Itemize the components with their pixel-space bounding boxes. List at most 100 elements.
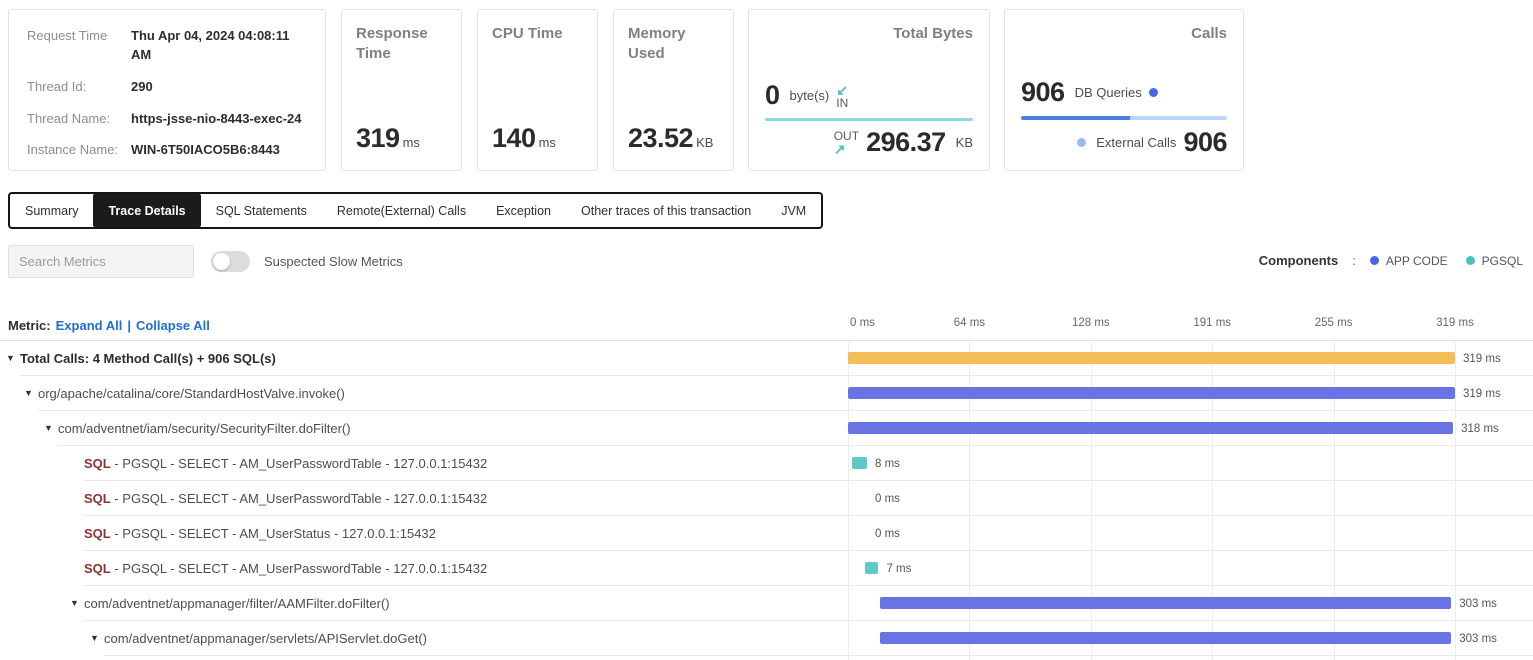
search-box bbox=[8, 245, 194, 278]
trace-row[interactable]: SQL - PGSQL - SELECT - AM_UserStatus - 1… bbox=[0, 516, 1533, 551]
timeline-axis: 0 ms 64 ms 128 ms 191 ms 255 ms 319 ms bbox=[0, 317, 1533, 333]
tab-sql-statements[interactable]: SQL Statements bbox=[201, 194, 322, 227]
info-field-value: 290 bbox=[131, 78, 153, 97]
trace-details-page: Request Time Thu Apr 04, 2024 04:08:11 A… bbox=[0, 0, 1533, 660]
duration-bar bbox=[852, 457, 867, 469]
duration-bar bbox=[848, 422, 1453, 434]
legend-dot-icon bbox=[1370, 256, 1379, 265]
legend-item: APP CODE bbox=[1370, 254, 1448, 268]
tab-bar: SummaryTrace DetailsSQL StatementsRemote… bbox=[8, 192, 823, 229]
external-calls-value: 906 bbox=[1183, 127, 1227, 158]
tab-remote-external-calls[interactable]: Remote(External) Calls bbox=[322, 194, 481, 227]
total-bytes-title: Total Bytes bbox=[765, 24, 973, 44]
trace-row-label: org/apache/catalina/core/StandardHostVal… bbox=[38, 386, 345, 401]
duration-bar bbox=[880, 597, 1451, 609]
trace-row[interactable]: ▼ com/adventnet/appmanager/servlets/APIS… bbox=[0, 621, 1533, 656]
components-label: Components bbox=[1259, 253, 1338, 268]
duration-value-label: 0 ms bbox=[875, 528, 900, 540]
stat-card-unit: KB bbox=[696, 135, 713, 150]
collapse-arrow-icon[interactable]: ▼ bbox=[44, 423, 53, 433]
duration-value-label: 0 ms bbox=[875, 493, 900, 505]
bytes-out-unit: KB bbox=[956, 135, 973, 150]
trace-row[interactable]: ▼ Total Calls: 4 Method Call(s) + 906 SQ… bbox=[0, 341, 1533, 376]
tab-jvm[interactable]: JVM bbox=[766, 194, 821, 227]
trace-row[interactable]: ▼ org/apache/catalina/core/StandardHostV… bbox=[0, 376, 1533, 411]
duration-value-label: 319 ms bbox=[1463, 388, 1501, 400]
axis-tick-label: 191 ms bbox=[1193, 317, 1231, 329]
info-field: Thread Name: https-jsse-nio-8443-exec-24 bbox=[27, 110, 307, 129]
collapse-arrow-icon[interactable]: ▼ bbox=[6, 353, 15, 363]
stat-card-unit: ms bbox=[403, 135, 420, 150]
trace-row-label: SQL - PGSQL - SELECT - AM_UserStatus - 1… bbox=[84, 526, 436, 541]
bytes-out-label: OUT bbox=[834, 130, 859, 142]
trace-row[interactable]: SQL - PGSQL - SELECT - AM_UserPasswordTa… bbox=[0, 551, 1533, 586]
stat-card-value: 23.52 bbox=[628, 123, 693, 153]
sql-prefix: SQL bbox=[84, 491, 111, 506]
trace-row-label: com/adventnet/iam/security/SecurityFilte… bbox=[58, 421, 351, 436]
trace-row[interactable]: ▼ com/adventnet/appmanager/filter/AAMFil… bbox=[0, 586, 1533, 621]
axis-tick-label: 64 ms bbox=[954, 317, 985, 329]
collapse-arrow-icon[interactable]: ▼ bbox=[90, 633, 99, 643]
suspected-slow-metrics-toggle[interactable] bbox=[211, 251, 250, 272]
axis-tick-label: 0 ms bbox=[850, 317, 875, 329]
arrow-out-icon: ↗ bbox=[834, 142, 846, 156]
collapse-arrow-icon[interactable]: ▼ bbox=[70, 598, 79, 608]
duration-value-label: 303 ms bbox=[1459, 598, 1497, 610]
info-field: Request Time Thu Apr 04, 2024 04:08:11 A… bbox=[27, 27, 307, 65]
duration-bar bbox=[865, 562, 878, 574]
total-bytes-card: Total Bytes 0 byte(s) ↙ IN OUT ↗ 296.37 … bbox=[748, 9, 990, 171]
sql-prefix: SQL bbox=[84, 526, 111, 541]
tab-exception[interactable]: Exception bbox=[481, 194, 566, 227]
bytes-out-value: 296.37 bbox=[866, 127, 946, 158]
collapse-arrow-icon[interactable]: ▼ bbox=[24, 388, 33, 398]
duration-bar bbox=[848, 387, 1455, 399]
bytes-in-label: IN bbox=[836, 97, 848, 109]
info-field-label: Thread Name: bbox=[27, 110, 131, 129]
bytes-divider bbox=[765, 118, 973, 121]
tab-trace-details[interactable]: Trace Details bbox=[93, 194, 200, 227]
info-field: Thread Id: 290 bbox=[27, 78, 307, 97]
axis-tick-label: 255 ms bbox=[1315, 317, 1353, 329]
search-input[interactable] bbox=[9, 246, 194, 277]
info-field-value: https-jsse-nio-8443-exec-24 bbox=[131, 110, 302, 129]
duration-bar bbox=[880, 632, 1451, 644]
stat-card-title: Response Time bbox=[356, 24, 447, 63]
row-separator bbox=[104, 655, 1533, 656]
legend-label: PGSQL bbox=[1482, 254, 1523, 268]
calls-divider bbox=[1021, 116, 1227, 120]
info-field-label: Request Time bbox=[27, 27, 131, 65]
suspected-slow-metrics-label: Suspected Slow Metrics bbox=[264, 254, 403, 269]
tab-other-traces-of-this-transaction[interactable]: Other traces of this transaction bbox=[566, 194, 766, 227]
duration-value-label: 318 ms bbox=[1461, 423, 1499, 435]
sql-prefix: SQL bbox=[84, 456, 111, 471]
axis-tick-label: 128 ms bbox=[1072, 317, 1110, 329]
info-field-value: Thu Apr 04, 2024 04:08:11 AM bbox=[131, 27, 307, 65]
info-field-label: Thread Id: bbox=[27, 78, 131, 97]
stat-card-title: Memory Used bbox=[628, 24, 719, 63]
calls-card: Calls 906 DB Queries External Calls 906 bbox=[1004, 9, 1244, 171]
stat-card-memory-used: Memory Used 23.52KB bbox=[613, 9, 734, 171]
trace-row[interactable]: ▼ com/adventnet/iam/security/SecurityFil… bbox=[0, 411, 1533, 446]
info-field-label: Instance Name: bbox=[27, 141, 131, 160]
trace-row-label: com/adventnet/appmanager/filter/AAMFilte… bbox=[84, 596, 390, 611]
calls-title: Calls bbox=[1021, 24, 1227, 44]
toggle-knob bbox=[213, 253, 230, 270]
trace-row[interactable]: SQL - PGSQL - SELECT - AM_UserPasswordTa… bbox=[0, 481, 1533, 516]
bytes-in-value: 0 bbox=[765, 80, 780, 111]
tab-summary[interactable]: Summary bbox=[10, 194, 93, 227]
bytes-in-unit: byte(s) bbox=[790, 88, 830, 103]
stat-card-value: 319 bbox=[356, 123, 400, 153]
db-queries-label: DB Queries bbox=[1075, 85, 1142, 100]
duration-bar bbox=[848, 352, 1455, 364]
trace-row-label: SQL - PGSQL - SELECT - AM_UserPasswordTa… bbox=[84, 561, 487, 576]
external-calls-dot-icon bbox=[1077, 138, 1086, 147]
components-legend: Components : APP CODE PGSQL bbox=[1259, 253, 1523, 268]
stat-card-cpu-time: CPU Time 140ms bbox=[477, 9, 598, 171]
legend-dot-icon bbox=[1466, 256, 1475, 265]
axis-tick-label: 319 ms bbox=[1436, 317, 1474, 329]
trace-row-label: com/adventnet/appmanager/servlets/APISer… bbox=[104, 631, 427, 646]
info-field: Instance Name: WIN-6T50IACO5B6:8443 bbox=[27, 141, 307, 160]
external-calls-label: External Calls bbox=[1096, 135, 1176, 150]
trace-row[interactable]: SQL - PGSQL - SELECT - AM_UserPasswordTa… bbox=[0, 446, 1533, 481]
stat-card-value: 140 bbox=[492, 123, 536, 153]
